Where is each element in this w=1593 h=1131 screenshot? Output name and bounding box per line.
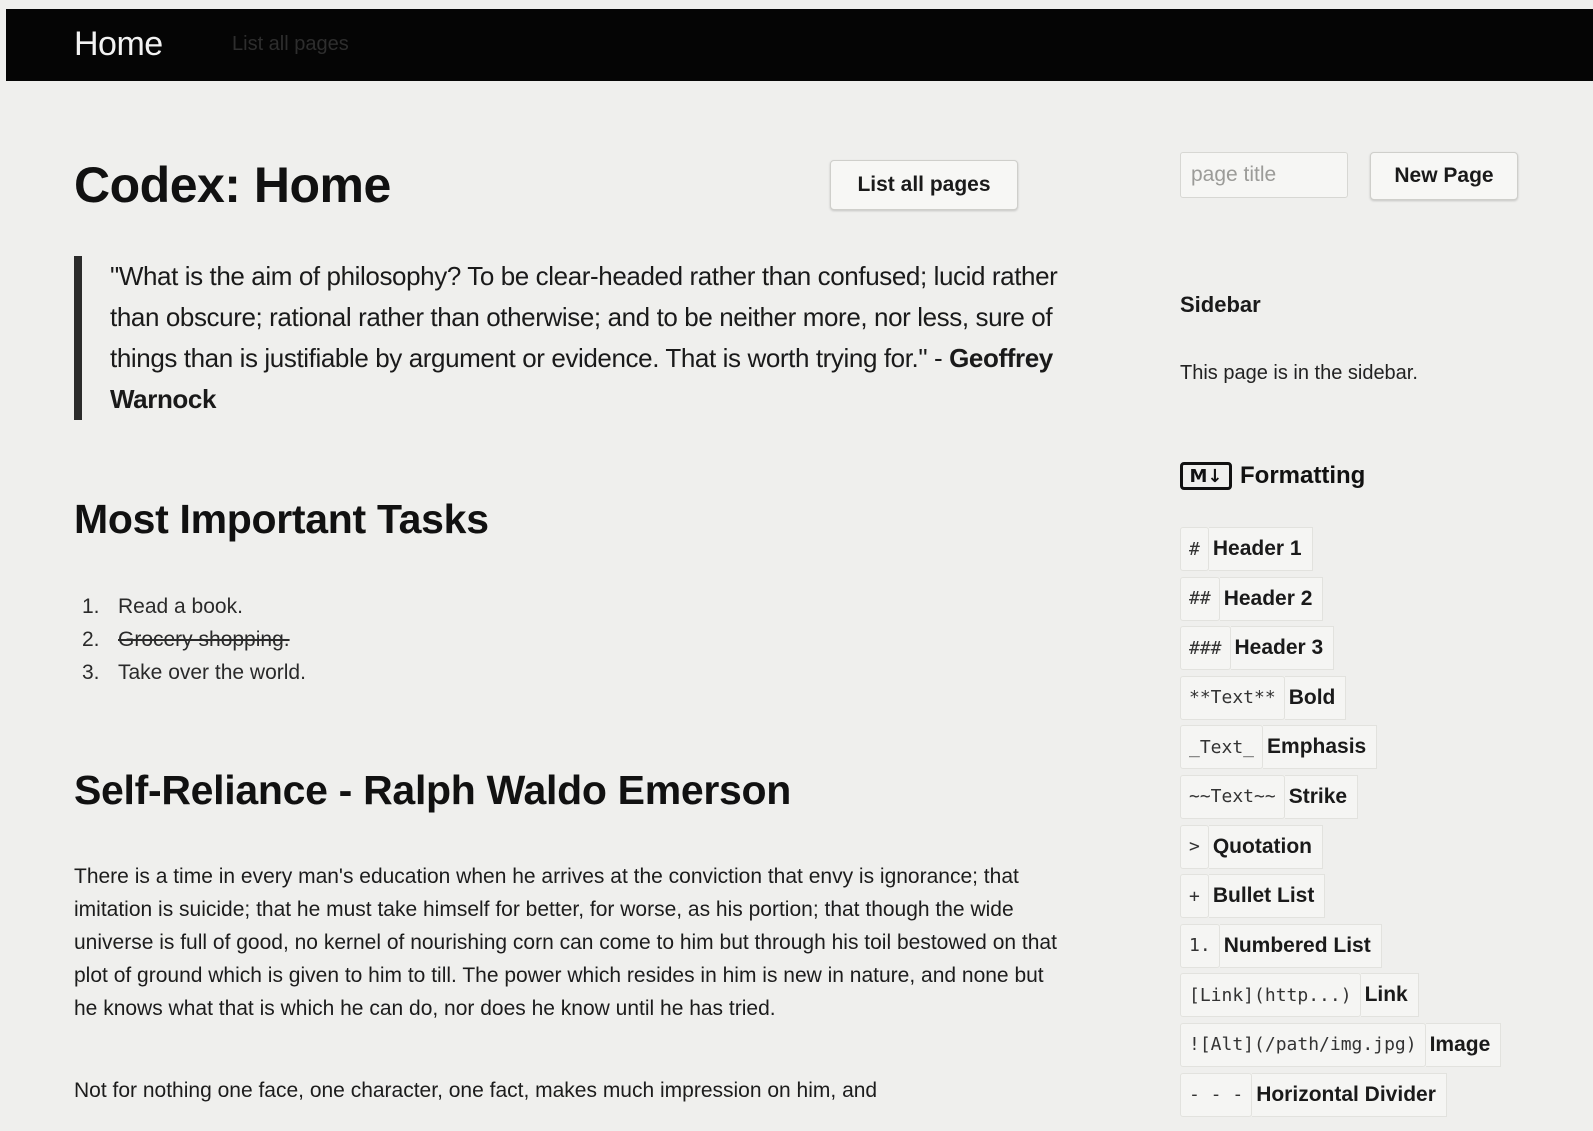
task-text: Take over the world.	[118, 661, 306, 684]
formatting-syntax: ~~Text~~	[1180, 774, 1285, 819]
formatting-syntax: _Text_	[1180, 725, 1264, 770]
task-text: Read a book.	[118, 595, 243, 618]
blockquote: "What is the aim of philosophy? To be cl…	[74, 256, 1090, 420]
formatting-syntax: **Text**	[1180, 675, 1285, 720]
formatting-syntax: ##	[1180, 576, 1220, 621]
sidebar-heading: Sidebar	[1180, 292, 1261, 317]
tasks-heading: Most Important Tasks	[74, 496, 489, 542]
formatting-syntax: ![Alt](/path/img.jpg)	[1180, 1022, 1426, 1067]
task-text: Grocery shopping.	[118, 628, 290, 651]
formatting-syntax: - - -	[1180, 1072, 1253, 1117]
formatting-label: Image	[1425, 1022, 1502, 1067]
nav-list-all-pages-link[interactable]: List all pages	[232, 33, 349, 56]
essay-paragraph: There is a time in every man's education…	[74, 865, 1057, 1020]
quote-text: "What is the aim of philosophy? To be cl…	[110, 261, 1058, 373]
formatting-label: Horizontal Divider	[1252, 1072, 1447, 1117]
formatting-syntax: >	[1180, 824, 1209, 869]
formatting-item: ![Alt](/path/img.jpg) Image	[1180, 1022, 1502, 1067]
formatting-label: Bold	[1284, 675, 1347, 720]
formatting-syntax: 1.	[1180, 923, 1220, 968]
page-title: Codex: Home	[74, 157, 391, 213]
formatting-item: ### Header 3	[1180, 626, 1501, 671]
markdown-icon: M↓	[1180, 462, 1232, 490]
formatting-item: _Text_ Emphasis	[1180, 725, 1501, 770]
formatting-heading: Formatting	[1240, 462, 1366, 489]
top-navbar: Home List all pages	[6, 9, 1593, 81]
formatting-item: **Text** Bold	[1180, 675, 1501, 720]
formatting-label: Header 1	[1208, 527, 1313, 571]
task-number: 3.	[82, 661, 100, 684]
formatting-label: Emphasis	[1263, 725, 1378, 770]
list-all-pages-button[interactable]: List all pages	[830, 160, 1018, 210]
formatting-label: Header 2	[1219, 576, 1324, 621]
formatting-item: + Bullet List	[1180, 874, 1501, 919]
title-row: Codex: Home List all pages	[74, 150, 1064, 230]
formatting-label: Bullet List	[1208, 874, 1326, 919]
formatting-item: ~~Text~~ Strike	[1180, 774, 1501, 819]
formatting-label: Header 3	[1230, 626, 1335, 671]
formatting-label: Numbered List	[1219, 923, 1382, 968]
formatting-heading-row: M↓ Formatting	[1180, 462, 1365, 490]
main-content: Codex: Home List all pages "What is the …	[74, 150, 1064, 1102]
sidebar: New Page Sidebar This page is in the sid…	[1180, 152, 1580, 1117]
essay-heading: Self-Reliance - Ralph Waldo Emerson	[74, 767, 792, 813]
formatting-item: 1. Numbered List	[1180, 923, 1501, 968]
formatting-label: Strike	[1284, 774, 1359, 819]
task-number: 1.	[82, 595, 100, 618]
new-page-button[interactable]: New Page	[1370, 152, 1518, 200]
formatting-syntax: #	[1180, 527, 1209, 571]
essay-paragraph: Not for nothing one face, one character,…	[74, 1079, 878, 1102]
new-page-form: New Page	[1180, 152, 1580, 204]
task-item-done: 2. Grocery shopping.	[82, 623, 306, 656]
formatting-label: Link	[1360, 973, 1419, 1018]
formatting-item: > Quotation	[1180, 824, 1501, 869]
formatting-syntax: +	[1180, 874, 1209, 919]
formatting-syntax: [Link](http...)	[1180, 973, 1361, 1018]
formatting-item: - - - Horizontal Divider	[1180, 1072, 1501, 1117]
formatting-item: # Header 1	[1180, 527, 1501, 571]
formatting-item: ## Header 2	[1180, 576, 1501, 621]
formatting-syntax: ###	[1180, 626, 1231, 671]
task-item: 3. Take over the world.	[82, 656, 306, 689]
formatting-label: Quotation	[1208, 824, 1323, 869]
nav-home-link[interactable]: Home	[74, 25, 163, 64]
task-list: 1. Read a book. 2. Grocery shopping. 3. Tak…	[82, 590, 306, 689]
task-item: 1. Read a book.	[82, 590, 306, 623]
formatting-item: [Link](http...) Link	[1180, 973, 1501, 1018]
page-title-input[interactable]	[1180, 152, 1348, 198]
sidebar-text: This page is in the sidebar.	[1180, 362, 1418, 384]
formatting-list: # Header 1 ## Header 2 ### Header 3 **Text*…	[1180, 527, 1502, 1122]
task-number: 2.	[82, 628, 100, 651]
